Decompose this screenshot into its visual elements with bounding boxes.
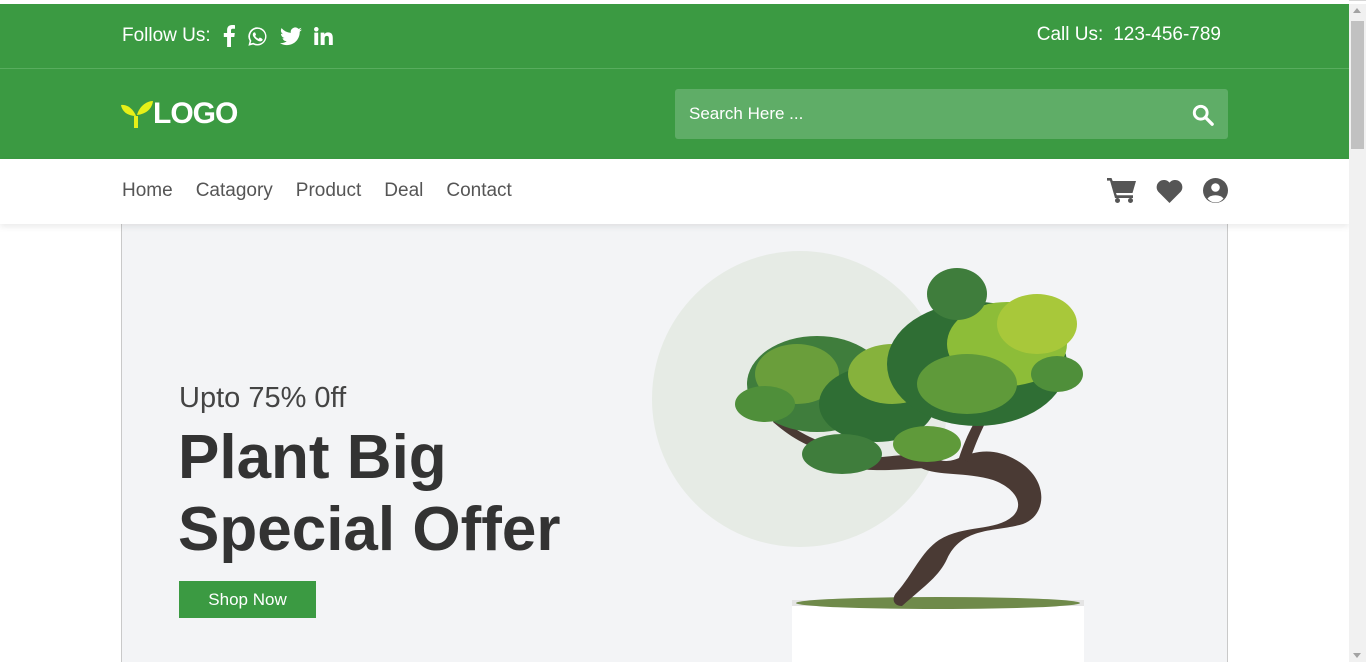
search-bar (675, 89, 1228, 139)
logo[interactable]: LOGO (121, 97, 238, 131)
call-us: Call Us: 123-456-789 (1037, 24, 1221, 46)
follow-us-label: Follow Us: (122, 25, 211, 46)
top-bar: Follow Us: Call Us: 123-456-789 (0, 4, 1349, 69)
vertical-scrollbar[interactable] (1349, 4, 1366, 662)
hero-subtitle: Upto 75% 0ff (179, 382, 347, 414)
main-nav: Home Catagory Product Deal Contact (0, 159, 1349, 224)
facebook-icon[interactable] (223, 24, 235, 48)
whatsapp-icon[interactable] (247, 24, 268, 48)
hero-title: Plant Big Special Offer (178, 423, 561, 564)
header: LOGO (0, 69, 1349, 159)
nav-item-category[interactable]: Catagory (196, 180, 273, 202)
hero-banner: Upto 75% 0ff Plant Big Special Offer Sho… (121, 224, 1228, 662)
sprout-icon (121, 101, 153, 128)
follow-us: Follow Us: (122, 24, 345, 48)
scroll-up-arrow-icon[interactable] (1353, 8, 1361, 13)
search-icon[interactable] (1192, 104, 1214, 126)
nav-item-contact[interactable]: Contact (446, 180, 511, 202)
bonsai-image (735, 268, 1084, 662)
nav-item-product[interactable]: Product (296, 180, 361, 202)
logo-text: LOGO (153, 97, 238, 130)
heart-icon[interactable] (1156, 179, 1183, 203)
nav-item-home[interactable]: Home (122, 180, 173, 202)
call-us-label: Call Us: (1036, 24, 1104, 45)
user-icon[interactable] (1203, 178, 1228, 203)
scroll-thumb[interactable] (1351, 21, 1364, 149)
phone-number[interactable]: 123-456-789 (1113, 24, 1221, 46)
nav-icons (1107, 178, 1228, 203)
cart-icon[interactable] (1107, 178, 1136, 203)
shop-now-button[interactable]: Shop Now (179, 581, 316, 618)
scroll-down-arrow-icon[interactable] (1353, 653, 1361, 658)
search-input[interactable] (675, 89, 1175, 139)
nav-item-deal[interactable]: Deal (384, 180, 423, 202)
page-viewport: Follow Us: Call Us: 123-456-789 LOGO Sea… (0, 0, 1349, 662)
twitter-icon[interactable] (279, 24, 302, 48)
nav-menu: Home Catagory Product Deal Contact (122, 180, 512, 202)
linkedin-icon[interactable] (313, 24, 333, 48)
